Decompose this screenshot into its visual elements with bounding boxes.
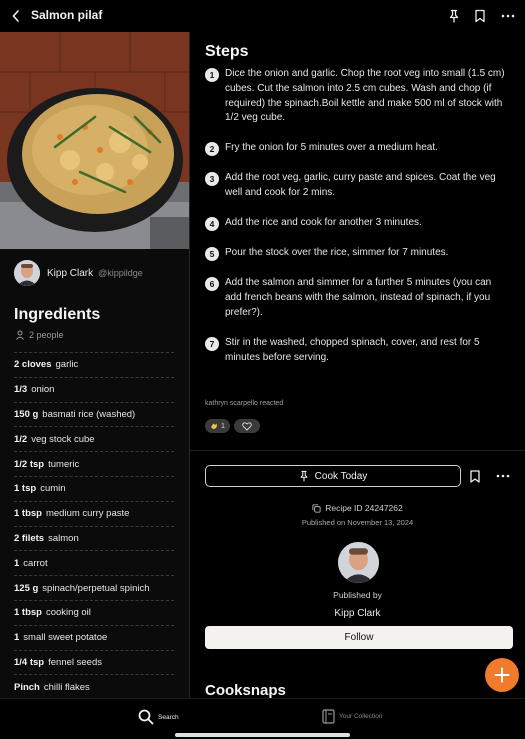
ingredient-item: 1 tbsp medium curry paste: [14, 500, 174, 526]
copy-icon: [312, 503, 321, 513]
back-button[interactable]: [8, 6, 24, 26]
ingredient-item: 2 filets salmon: [14, 525, 174, 551]
top-bar: Salmon pilaf: [0, 0, 525, 32]
step-number: 1: [205, 68, 219, 82]
left-column: Kipp Clark @kippildge Ingredients 2 peop…: [0, 32, 189, 698]
page-title: Salmon pilaf: [31, 8, 103, 22]
home-indicator: [175, 733, 350, 737]
clap-count: 1: [221, 422, 225, 430]
step-item: 4 Add the rice and cook for another 3 mi…: [205, 216, 505, 231]
ingredient-item: 150 g basmati rice (washed): [14, 401, 174, 427]
nav-search-label: Search: [158, 713, 179, 721]
ingredient-item: 1 carrot: [14, 550, 174, 575]
clap-reaction-button[interactable]: 1: [205, 419, 230, 433]
bookmark-button[interactable]: [471, 6, 489, 26]
steps-heading: Steps: [205, 43, 249, 60]
bookmark-icon: [470, 469, 480, 483]
pin-icon: [300, 470, 308, 482]
step-item: 6 Add the salmon and simmer for a furthe…: [205, 276, 505, 320]
more-options-button[interactable]: [499, 6, 517, 26]
step-text: Fry the onion for 5 minutes over a mediu…: [225, 142, 438, 153]
step-number: 5: [205, 247, 219, 261]
collection-icon: [322, 709, 335, 724]
follow-button[interactable]: Follow: [205, 626, 513, 649]
ingredients-list: 2 cloves garlic 1/3 onion 150 g basmati ric…: [14, 352, 174, 698]
pin-button[interactable]: [445, 6, 463, 26]
ingredient-item: 1/3 onion: [14, 376, 174, 402]
ingredient-item: Pinch chilli flakes: [14, 674, 174, 698]
servings[interactable]: 2 people: [15, 330, 64, 340]
ingredient-item: 1/2 tsp tumeric: [14, 451, 174, 476]
step-number: 2: [205, 142, 219, 156]
step-item: 2 Fry the onion for 5 minutes over a med…: [205, 141, 505, 156]
cooksnaps-heading: Cooksnaps: [205, 682, 286, 698]
publisher-name[interactable]: Kipp Clark: [190, 608, 525, 619]
recipe-id-label: Recipe ID 24247262: [325, 503, 403, 513]
step-item: 7 Stir in the washed, chopped spinach, c…: [205, 336, 505, 366]
reaction-summary[interactable]: kathryn scarpello reacted: [205, 400, 283, 407]
published-by-label: Published by: [333, 590, 382, 600]
ingredient-item: 1 tbsp cooking oil: [14, 599, 174, 625]
step-item: 3 Add the root veg, garlic, curry paste …: [205, 171, 505, 201]
step-number: 3: [205, 172, 219, 186]
cook-today-label: Cook Today: [314, 470, 368, 482]
step-text: Pour the stock over the rice, simmer for…: [225, 247, 449, 258]
pin-icon: [449, 9, 459, 23]
heart-plus-icon: [242, 421, 252, 431]
ingredients-heading: Ingredients: [14, 306, 101, 323]
published-date: Published on November 13, 2024: [301, 518, 414, 527]
step-number: 6: [205, 277, 219, 291]
publisher-avatar-image: [338, 542, 379, 583]
plus-icon: [494, 667, 510, 683]
bookmark-icon: [475, 9, 485, 23]
more-horizontal-icon: [496, 474, 510, 478]
reaction-row: 1: [205, 419, 260, 433]
chevron-left-icon: [12, 10, 19, 22]
author-avatar-image: [14, 260, 40, 286]
author-avatar[interactable]: [14, 260, 40, 286]
recipe-id[interactable]: Recipe ID 24247262: [190, 503, 525, 513]
ingredient-item: 1/2 veg stock cube: [14, 426, 174, 451]
author-name[interactable]: Kipp Clark: [47, 268, 93, 279]
author-row[interactable]: Kipp Clark @kippildge: [14, 260, 143, 286]
step-item: 1 Dice the onion and garlic. Chop the ro…: [205, 67, 505, 126]
more-horizontal-icon: [501, 14, 515, 18]
section-divider: [190, 450, 525, 451]
right-column: Steps 1 Dice the onion and garlic. Chop …: [190, 32, 525, 698]
save-recipe-button[interactable]: [467, 467, 483, 485]
ingredient-item: 125 g spinach/perpetual spinich: [14, 575, 174, 600]
step-number: 7: [205, 337, 219, 351]
search-icon: [138, 709, 154, 725]
add-button[interactable]: [485, 658, 519, 692]
step-number: 4: [205, 217, 219, 231]
recipe-more-button[interactable]: [494, 467, 512, 485]
nav-search[interactable]: Search: [138, 709, 179, 725]
clap-icon: [211, 423, 217, 429]
servings-label: 2 people: [29, 330, 64, 340]
step-text: Add the rice and cook for another 3 minu…: [225, 217, 422, 228]
step-text: Stir in the washed, chopped spinach, cov…: [225, 337, 480, 363]
step-text: Add the root veg, garlic, curry paste an…: [225, 172, 496, 198]
ingredient-item: 1 tsp cumin: [14, 475, 174, 501]
ingredient-item: 2 cloves garlic: [14, 352, 174, 377]
publisher-avatar[interactable]: [338, 542, 379, 583]
add-reaction-button[interactable]: [233, 419, 260, 433]
cook-today-button[interactable]: Cook Today: [205, 465, 461, 487]
author-handle: @kippildge: [98, 268, 143, 278]
person-icon: [16, 330, 24, 340]
nav-collection-label: Your Collection: [339, 713, 383, 720]
nav-collection[interactable]: Your Collection: [322, 709, 382, 724]
ingredient-item: 1 small sweet potatoe: [14, 624, 174, 650]
recipe-photo-image: [0, 32, 189, 249]
recipe-photo[interactable]: [0, 32, 189, 249]
step-text: Add the salmon and simmer for a further …: [225, 277, 492, 318]
step-text: Dice the onion and garlic. Chop the root…: [225, 68, 505, 124]
step-item: 5 Pour the stock over the rice, simmer f…: [205, 246, 505, 261]
ingredient-item: 1/4 tsp fennel seeds: [14, 649, 174, 675]
